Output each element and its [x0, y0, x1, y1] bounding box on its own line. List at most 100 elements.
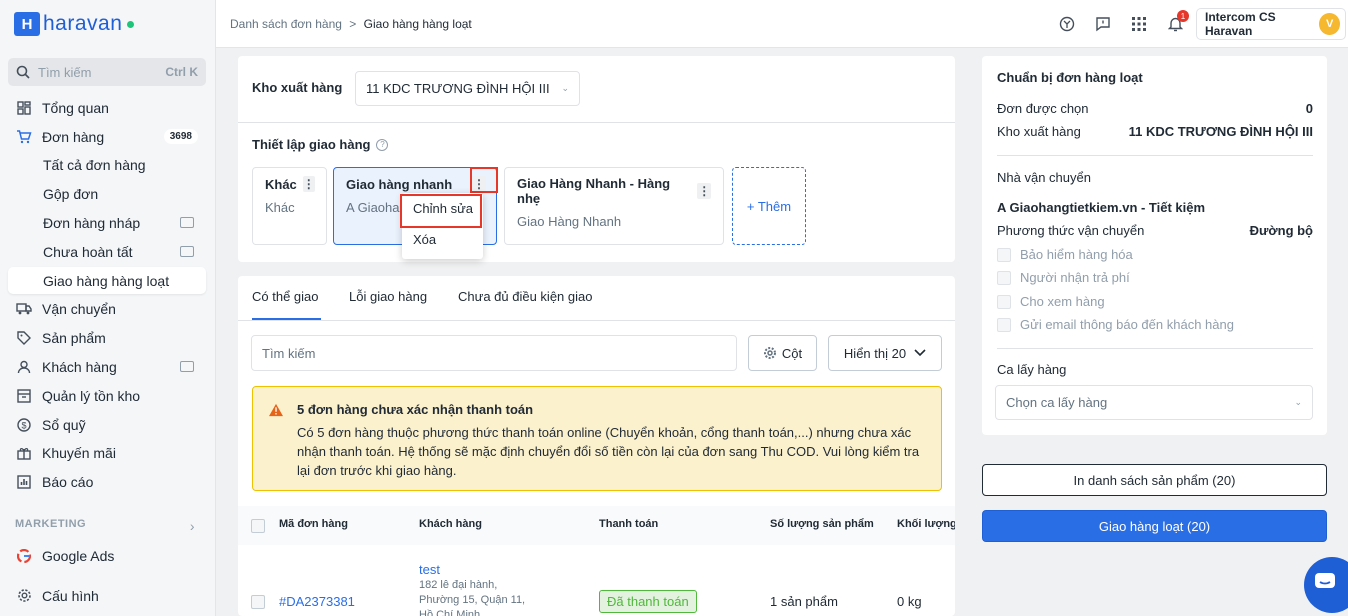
bulk-prep-panel: Chuẩn bị đơn hàng loạt Đơn được chọn 0 K… [982, 56, 1327, 435]
carrier-value: A Giaohangtietkiem.vn - Tiết kiệm [997, 200, 1206, 215]
sidebar-item-shipping[interactable]: Vận chuyển [8, 295, 206, 322]
sidebar-item-orders[interactable]: Đơn hàng 3698 [8, 123, 206, 150]
option-checkbox[interactable] [997, 317, 1011, 332]
column-header-weight[interactable]: Khối lượng [897, 518, 955, 530]
sidebar-item-customers[interactable]: Khách hàng [8, 353, 206, 380]
option-insurance[interactable]: Bảo hiểm hàng hóa [997, 247, 1133, 262]
carrier-title: Giao Hàng Nhanh - Hàng nhẹ [517, 176, 671, 206]
carrier-label: Nhà vận chuyển [997, 170, 1091, 185]
breadcrumb-separator: > [349, 17, 357, 31]
divider [238, 320, 955, 321]
shipping-setup-header: Thiết lập giao hàng ? [252, 137, 389, 152]
sidebar-item-label: Báo cáo [42, 473, 94, 490]
warning-icon [269, 403, 283, 417]
chevron-right-icon: › [189, 518, 195, 534]
sidebar-item-bulk-shipping[interactable]: Giao hàng hàng loạt [8, 267, 206, 294]
sidebar-item-merge-orders[interactable]: Gộp đơn [8, 180, 206, 207]
more-vertical-icon[interactable]: ⋮ [697, 183, 711, 199]
columns-button[interactable]: Cột [748, 335, 817, 371]
column-header-order-code[interactable]: Mã đơn hàng [279, 518, 348, 530]
tab-not-eligible[interactable]: Chưa đủ điều kiện giao [458, 289, 592, 304]
sidebar-item-label: Cấu hình [42, 587, 99, 604]
dollar-icon: $ [16, 417, 32, 433]
sidebar-search[interactable]: Tìm kiếm Ctrl K [8, 58, 206, 86]
row-checkbox[interactable] [251, 595, 265, 609]
chat-icon[interactable] [1095, 16, 1111, 32]
sidebar: H haravan Tìm kiếm Ctrl K Tổng quan Đơn … [0, 0, 216, 616]
payment-warning-banner: 5 đơn hàng chưa xác nhận thanh toán Có 5… [252, 386, 942, 491]
select-all-checkbox[interactable] [251, 519, 265, 533]
sidebar-item-label: Tất cả đơn hàng [43, 156, 146, 173]
sidebar-item-reports[interactable]: Báo cáo [8, 468, 206, 495]
sidebar-item-settings[interactable]: Cấu hình [8, 582, 206, 609]
sidebar-item-label: Tổng quan [42, 99, 109, 116]
user-name: Intercom CS Haravan [1205, 10, 1276, 38]
page-size-button[interactable]: Hiển thị 20 [828, 335, 942, 371]
intercom-chat-button[interactable] [1304, 557, 1348, 613]
sidebar-item-overview[interactable]: Tổng quan [8, 94, 206, 121]
sidebar-item-label: Sổ quỹ [42, 416, 86, 433]
warehouse-value: 11 KDC TRƯƠNG ĐÌNH HỘI III [366, 81, 550, 96]
orders-search-input[interactable]: Tìm kiếm [251, 335, 737, 371]
option-allow-view[interactable]: Cho xem hàng [997, 294, 1105, 309]
divider [997, 348, 1313, 349]
sidebar-item-promotions[interactable]: Khuyến mãi [8, 439, 206, 466]
option-checkbox[interactable] [997, 294, 1011, 309]
option-receiver-pays[interactable]: Người nhận trả phí [997, 270, 1130, 285]
external-window-icon[interactable] [180, 361, 194, 372]
bulk-ship-button[interactable]: Giao hàng loạt (20) [982, 510, 1327, 542]
external-window-icon[interactable] [180, 246, 194, 257]
brand-logo[interactable]: H haravan [14, 12, 135, 36]
more-vertical-icon[interactable]: ⋮ [302, 176, 315, 192]
option-label: Gửi email thông báo đến khách hàng [1020, 317, 1234, 332]
apps-grid-icon[interactable] [1131, 16, 1147, 32]
breadcrumb-current: Giao hàng hàng loạt [363, 17, 472, 31]
column-header-quantity[interactable]: Số lượng sản phẩm [770, 518, 874, 530]
tab-shippable[interactable]: Có thể giao [252, 289, 319, 304]
marketing-section[interactable]: MARKETING › [15, 518, 195, 534]
warehouse-label: Kho xuất hàng [252, 80, 343, 95]
warning-body: Có 5 đơn hàng thuộc phương thức thanh to… [297, 425, 920, 478]
marketing-label: MARKETING [15, 518, 87, 530]
selected-value: 0 [1305, 101, 1313, 116]
support-icon[interactable] [1059, 16, 1075, 32]
truck-icon [16, 301, 32, 317]
cart-icon [16, 129, 32, 145]
carrier-title: Khác [265, 176, 297, 192]
print-products-button[interactable]: In danh sách sản phẩm (20) [982, 464, 1327, 496]
inventory-icon [16, 388, 32, 404]
option-checkbox[interactable] [997, 247, 1011, 262]
order-code-link[interactable]: #DA2373381 [279, 594, 355, 609]
tag-icon [16, 330, 32, 346]
column-header-payment[interactable]: Thanh toán [599, 518, 658, 530]
sidebar-item-google-ads[interactable]: Google Ads [8, 542, 206, 569]
sidebar-item-products[interactable]: Sản phẩm [8, 324, 206, 351]
warehouse-select[interactable]: 11 KDC TRƯƠNG ĐÌNH HỘI III ⌄ [355, 71, 580, 106]
user-menu[interactable]: Intercom CS Haravan V [1196, 8, 1346, 40]
carrier-card-other[interactable]: Khác ⋮ Khác [252, 167, 327, 245]
logo-icon: H [14, 12, 40, 36]
sidebar-item-draft-orders[interactable]: Đơn hàng nháp [8, 209, 206, 236]
option-label: Bảo hiểm hàng hóa [1020, 247, 1133, 262]
carrier-card-ghn-light[interactable]: Giao Hàng Nhanh - Hàng nhẹ ⋮ Giao Hàng Nh… [504, 167, 724, 245]
pickup-shift-select[interactable]: Chọn ca lấy hàng ⌄ [995, 385, 1313, 420]
sidebar-item-inventory[interactable]: Quản lý tồn kho [8, 382, 206, 409]
help-icon[interactable]: ? [376, 138, 389, 151]
warehouse-label: Kho xuất hàng [997, 124, 1081, 139]
column-header-customer[interactable]: Khách hàng [419, 518, 482, 530]
menu-item-delete[interactable]: Xóa [402, 224, 483, 255]
option-email-notify[interactable]: Gửi email thông báo đến khách hàng [997, 317, 1234, 332]
bell-icon[interactable]: 1 [1167, 10, 1189, 32]
breadcrumb-parent[interactable]: Danh sách đơn hàng [230, 17, 342, 31]
option-checkbox[interactable] [997, 270, 1011, 285]
external-window-icon[interactable] [180, 217, 194, 228]
add-carrier-button[interactable]: + Thêm [732, 167, 806, 245]
google-icon [16, 548, 32, 564]
sidebar-item-incomplete[interactable]: Chưa hoàn tất [8, 238, 206, 265]
sidebar-item-cashbook[interactable]: $ Sổ quỹ [8, 411, 206, 438]
tab-shipping-errors[interactable]: Lỗi giao hàng [349, 289, 427, 304]
sidebar-item-all-orders[interactable]: Tất cả đơn hàng [8, 151, 206, 178]
sidebar-item-label: Vận chuyển [42, 300, 116, 317]
customer-name-link[interactable]: test [419, 562, 440, 577]
sidebar-item-label: Google Ads [42, 547, 115, 564]
